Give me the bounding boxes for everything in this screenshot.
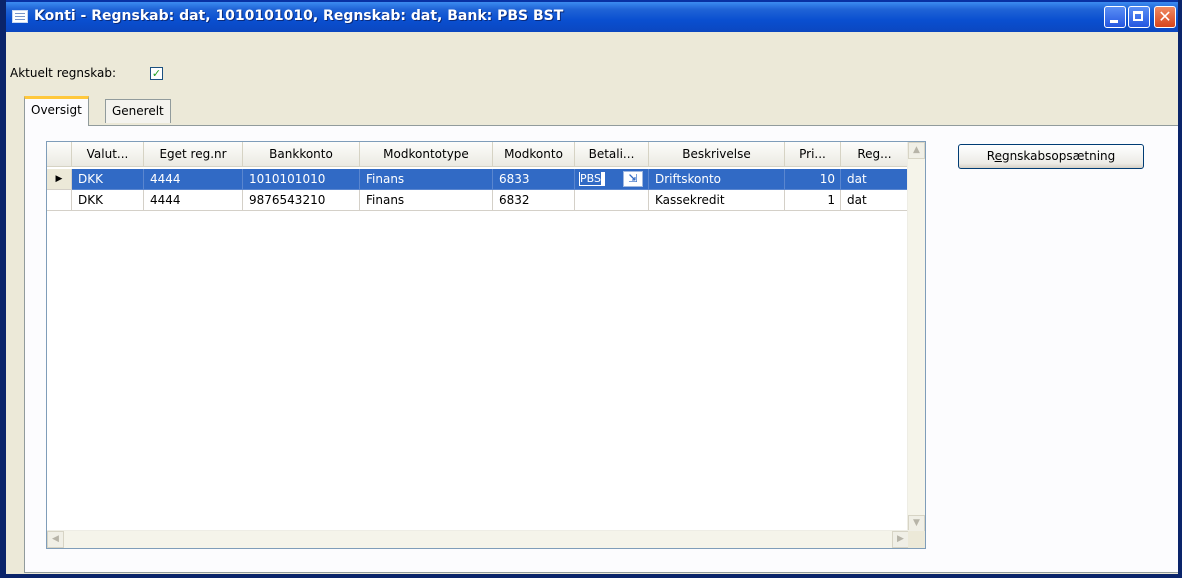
column-header-regnskab[interactable]: Reg... [841, 142, 909, 166]
tab-generelt[interactable]: Generelt [105, 99, 171, 123]
grid-header: Valut... Eget reg.nr Bankkonto Modkontot… [47, 142, 925, 167]
aktuelt-regnskab-label: Aktuelt regnskab: [10, 66, 116, 80]
cell-bankkonto[interactable]: 1010101010 [243, 169, 360, 190]
column-header-beskrivelse[interactable]: Beskrivelse [649, 142, 785, 166]
cell-betaling-editor[interactable]: PBS ⇲ [575, 169, 649, 190]
lookup-icon: ⇲ [628, 172, 638, 185]
scroll-right-icon[interactable]: ▶ [892, 531, 909, 548]
tab-oversigt[interactable]: Oversigt [24, 96, 89, 126]
column-header-betaling[interactable]: Betali... [575, 142, 649, 166]
scrollbar-corner [908, 531, 925, 548]
row-indicator-icon: ▶ [47, 169, 72, 190]
column-header-modkonto[interactable]: Modkonto [493, 142, 575, 166]
cell-regnskab[interactable]: dat [841, 169, 909, 190]
cell-prioritet[interactable]: 10 [785, 169, 841, 190]
regnskabsopsaetning-button[interactable]: Regnskabsopsætning [958, 144, 1144, 169]
column-header-bankkonto[interactable]: Bankkonto [243, 142, 360, 166]
scroll-down-icon[interactable]: ▼ [908, 515, 925, 532]
column-header-eget-reg-nr[interactable]: Eget reg.nr [144, 142, 243, 166]
maximize-button[interactable] [1128, 6, 1150, 28]
form-icon[interactable] [12, 10, 28, 23]
title-bar[interactable]: Konti - Regnskab: dat, 1010101010, Regns… [6, 0, 1178, 32]
cell-beskrivelse[interactable]: Driftskonto [649, 169, 785, 190]
horizontal-scrollbar[interactable]: ◀ ▶ [47, 530, 909, 548]
betaling-value: PBS [580, 172, 601, 185]
vertical-scrollbar[interactable]: ▲ ▼ [907, 142, 925, 532]
lookup-button[interactable]: ⇲ [623, 171, 643, 187]
maximize-icon [1133, 11, 1143, 21]
accounts-grid[interactable]: Valut... Eget reg.nr Bankkonto Modkontot… [46, 141, 926, 549]
column-header-modkontotype[interactable]: Modkontotype [360, 142, 493, 166]
close-icon: ✕ [1158, 7, 1172, 26]
cell-betaling[interactable] [575, 190, 649, 211]
regnskabsopsaetning-label-prefix: R [986, 149, 995, 163]
cell-prioritet[interactable]: 1 [785, 190, 841, 211]
cell-bankkonto[interactable]: 9876543210 [243, 190, 360, 211]
close-button[interactable]: ✕ [1154, 6, 1176, 28]
scroll-left-icon[interactable]: ◀ [47, 531, 64, 548]
column-header-prioritet[interactable]: Pri... [785, 142, 841, 166]
table-row[interactable]: ▶ DKK 4444 1010101010 Finans 6833 PBS ⇲ … [47, 169, 909, 190]
window-title: Konti - Regnskab: dat, 1010101010, Regns… [34, 8, 564, 24]
cell-valuta[interactable]: DKK [72, 169, 144, 190]
table-row[interactable]: DKK 4444 9876543210 Finans 6832 Kassekre… [47, 190, 909, 211]
row-indicator-header [47, 142, 72, 166]
minimize-button[interactable] [1104, 6, 1126, 28]
aktuelt-regnskab-checkbox[interactable]: ✓ [150, 67, 163, 80]
cell-beskrivelse[interactable]: Kassekredit [649, 190, 785, 211]
cell-modkonto[interactable]: 6833 [493, 169, 575, 190]
scroll-up-icon[interactable]: ▲ [908, 142, 925, 159]
window: Konti - Regnskab: dat, 1010101010, Regns… [0, 0, 1182, 578]
column-header-valuta[interactable]: Valut... [72, 142, 144, 166]
cell-modkontotype[interactable]: Finans [360, 169, 493, 190]
regnskabsopsaetning-label-rest: gnskabsopsætning [1001, 149, 1116, 163]
minimize-icon [1110, 20, 1118, 23]
betaling-input[interactable]: PBS [579, 172, 605, 186]
cell-eget-reg-nr[interactable]: 4444 [144, 190, 243, 211]
row-indicator [47, 190, 72, 211]
cell-valuta[interactable]: DKK [72, 190, 144, 211]
cell-modkonto[interactable]: 6832 [493, 190, 575, 211]
cell-modkontotype[interactable]: Finans [360, 190, 493, 211]
cell-eget-reg-nr[interactable]: 4444 [144, 169, 243, 190]
regnskabsopsaetning-mnemonic: e [994, 149, 1002, 163]
cell-regnskab[interactable]: dat [841, 190, 909, 211]
